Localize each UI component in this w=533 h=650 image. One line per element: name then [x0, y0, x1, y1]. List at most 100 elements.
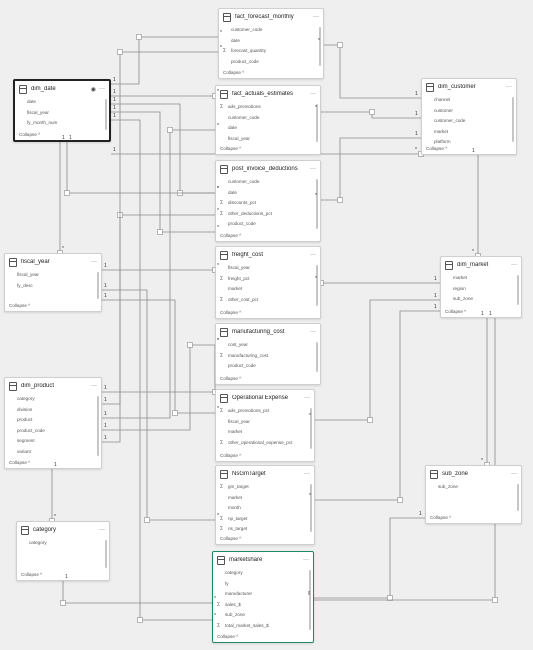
collapse-link[interactable]: Collapse ^	[441, 307, 470, 316]
collapse-link[interactable]: Collapse ^	[5, 458, 34, 467]
field-row[interactable]: date	[223, 36, 319, 47]
field-row[interactable]: fy	[217, 579, 309, 590]
field-row[interactable]: product	[9, 415, 97, 426]
field-row[interactable]: Σads_promotions	[220, 102, 316, 113]
relationship-line[interactable]	[111, 119, 212, 621]
collapse-link[interactable]: Collapse ^	[213, 632, 242, 641]
more-options-icon[interactable]: ···	[310, 329, 316, 335]
field-row[interactable]: Σother_cost_pct	[220, 295, 316, 306]
field-row[interactable]: Σads_promotions_pct	[220, 406, 310, 417]
field-row[interactable]: Σother_deductions_pct	[220, 209, 316, 220]
card-scrollbar[interactable]	[512, 97, 514, 142]
table-header[interactable]: manufacturing_cost ···	[216, 324, 320, 340]
collapse-link[interactable]: Collapse ^	[216, 144, 245, 153]
relationship-line[interactable]	[315, 310, 440, 501]
field-row[interactable]: cost_year	[220, 340, 316, 351]
field-row[interactable]: fy_desc	[9, 281, 97, 292]
card-scrollbar[interactable]	[309, 570, 311, 630]
field-row[interactable]: Σforecast_quantity	[223, 46, 319, 57]
more-options-icon[interactable]: ···	[99, 527, 105, 533]
table-card-fiscal-year[interactable]: fiscal_year ··· fiscal_year fy_desc Collapse…	[4, 253, 102, 312]
card-scrollbar[interactable]	[97, 272, 99, 299]
card-scrollbar[interactable]	[310, 484, 312, 532]
table-card-dim-customer[interactable]: dim_customer ··· channel customer customer_c…	[421, 78, 517, 155]
table-header[interactable]: dim_market ···	[441, 257, 521, 273]
table-header[interactable]: dim_date ◉ ···	[15, 81, 109, 97]
more-options-icon[interactable]: ···	[511, 262, 517, 268]
collapse-link[interactable]: Collapse ^	[422, 144, 451, 153]
table-header[interactable]: NsGmTarget ···	[216, 466, 314, 482]
field-row[interactable]: Σmanufacturing_cost	[220, 351, 316, 362]
field-row[interactable]: customer	[426, 106, 512, 117]
field-row[interactable]: Σnp_target	[220, 514, 310, 525]
card-scrollbar[interactable]	[517, 484, 519, 511]
table-header[interactable]: sub_zone ···	[426, 466, 521, 482]
field-row[interactable]: market	[426, 127, 512, 138]
table-card-sub-zone[interactable]: sub_zone ··· sub_zone Collapse ^	[425, 465, 522, 524]
relationship-line[interactable]	[102, 344, 215, 431]
relationship-line[interactable]	[314, 318, 496, 601]
field-row[interactable]: product_code	[9, 426, 97, 437]
field-row[interactable]: category	[9, 394, 97, 405]
more-options-icon[interactable]: ···	[91, 383, 97, 389]
field-row[interactable]: fy_month_num	[19, 118, 105, 129]
table-card-operational-expense[interactable]: Operational Expense ··· Σads_promotions_pc…	[215, 389, 315, 462]
collapse-link[interactable]: Collapse ^	[216, 308, 245, 317]
table-card-manufacturing-cost[interactable]: manufacturing_cost ··· cost_year Σmanufactu…	[215, 323, 321, 385]
more-options-icon[interactable]: ···	[304, 395, 310, 401]
visibility-eye-icon[interactable]: ◉	[91, 86, 96, 93]
relationship-line[interactable]	[324, 44, 421, 99]
field-row[interactable]: market	[220, 284, 316, 295]
more-options-icon[interactable]: ···	[310, 166, 316, 172]
field-row[interactable]: fiscal_year	[220, 134, 316, 145]
field-row[interactable]: market	[220, 493, 310, 504]
field-row[interactable]: product_code	[223, 57, 319, 68]
field-row[interactable]: customer_code	[426, 116, 512, 127]
table-card-fact-forecast-monthly[interactable]: fact_forecast_monthly ··· customer_code dat…	[218, 8, 324, 79]
card-scrollbar[interactable]	[316, 265, 318, 306]
table-card-freight-cost[interactable]: freight_cost ··· fiscal_year Σfreight_pct ma…	[215, 246, 321, 319]
collapse-link[interactable]: Collapse ^	[15, 130, 44, 139]
field-row[interactable]: date	[19, 97, 105, 108]
field-row[interactable]: variant	[9, 447, 97, 458]
field-row[interactable]: Σfreight_pct	[220, 274, 316, 285]
card-scrollbar[interactable]	[319, 27, 321, 66]
field-row[interactable]: fiscal_year	[220, 417, 310, 428]
field-row[interactable]: Σsales_$	[217, 600, 309, 611]
relationship-line[interactable]	[102, 129, 215, 419]
table-header[interactable]: dim_product ···	[5, 378, 101, 394]
field-row[interactable]: product_code	[220, 361, 316, 372]
relationship-line[interactable]	[102, 345, 216, 393]
field-row[interactable]: region	[445, 284, 517, 295]
relationship-line[interactable]	[102, 214, 215, 405]
collapse-link[interactable]: Collapse ^	[216, 231, 245, 240]
table-header[interactable]: dim_customer ···	[422, 79, 516, 95]
collapse-link[interactable]: Collapse ^	[216, 451, 245, 460]
table-header[interactable]: fiscal_year ···	[5, 254, 101, 270]
relationship-line[interactable]	[102, 299, 215, 414]
more-options-icon[interactable]: ···	[304, 471, 310, 477]
table-header[interactable]: fact_forecast_monthly ···	[219, 9, 323, 25]
card-scrollbar[interactable]	[517, 275, 519, 305]
table-card-fact-actuals-estimates[interactable]: fact_actuals_estimates ··· Σads_promotions…	[215, 85, 321, 155]
table-header[interactable]: marketshare ···	[213, 552, 313, 568]
collapse-link[interactable]: Collapse ^	[426, 513, 455, 522]
field-row[interactable]: Σother_operational_expense_pct	[220, 438, 310, 449]
table-card-marketshare[interactable]: marketshare ··· category fy manufacturer Σsal…	[212, 551, 314, 643]
field-row[interactable]: sub_zone	[217, 610, 309, 621]
field-row[interactable]: month	[220, 503, 310, 514]
field-row[interactable]: fiscal_year	[9, 270, 97, 281]
relationship-line[interactable]	[102, 289, 215, 521]
card-scrollbar[interactable]	[316, 179, 318, 229]
field-row[interactable]: channel	[426, 95, 512, 106]
field-row[interactable]: market	[445, 273, 517, 284]
more-options-icon[interactable]: ···	[91, 259, 97, 265]
collapse-link[interactable]: Collapse ^	[17, 570, 46, 579]
field-row[interactable]: sub_zone	[430, 482, 517, 493]
more-options-icon[interactable]: ···	[313, 14, 319, 20]
more-options-icon[interactable]: ···	[303, 557, 309, 563]
field-row[interactable]: segment	[9, 436, 97, 447]
relationship-line[interactable]	[315, 299, 440, 421]
relationship-line[interactable]	[62, 581, 212, 604]
field-row[interactable]: fiscal_year	[19, 108, 105, 119]
